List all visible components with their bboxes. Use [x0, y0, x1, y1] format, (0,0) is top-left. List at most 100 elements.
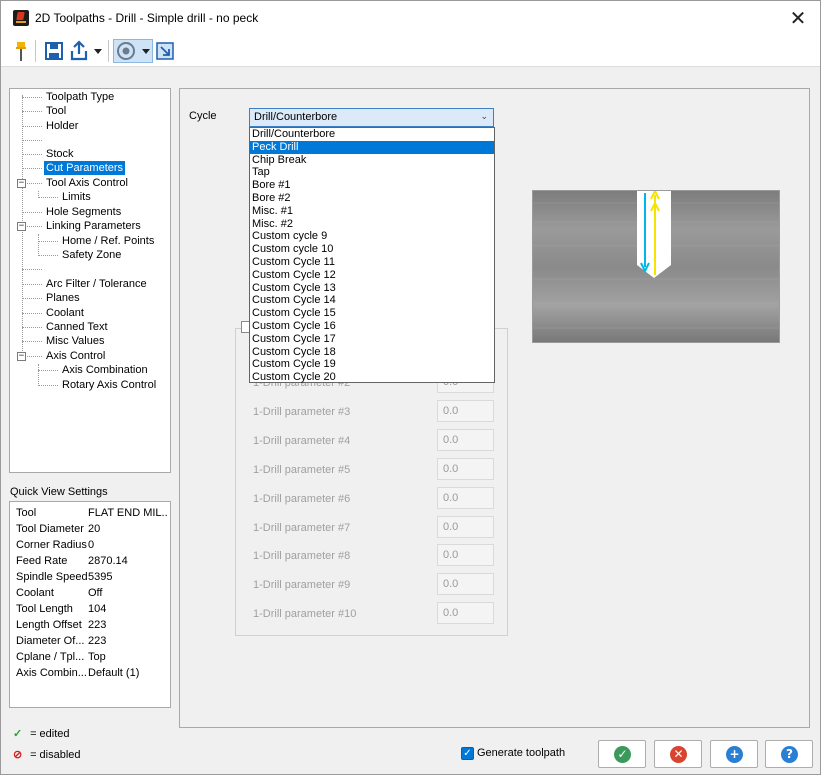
quick-view-row: Spindle Speed 5395: [16, 569, 170, 585]
tree-item[interactable]: Planes: [44, 291, 82, 305]
help-button[interactable]: ?: [765, 740, 813, 768]
tree-item[interactable]: Holder: [44, 119, 80, 133]
cycle-option[interactable]: Custom Cycle 16: [250, 320, 494, 333]
drill-parameter-field[interactable]: 0.0: [437, 544, 494, 567]
drill-parameter-field[interactable]: 0.0: [437, 399, 494, 422]
quick-view-panel: Tool FLAT END MIL... Tool Diameter 20 Corner…: [9, 501, 171, 708]
cycle-select[interactable]: Drill/Counterbore ⌄: [249, 108, 494, 127]
quick-view-row: Diameter Of... 223: [16, 633, 170, 649]
pin-icon[interactable]: [13, 39, 29, 63]
save-icon[interactable]: [44, 39, 64, 63]
parameter-tree: Toolpath Type Tool Holder Stock Cut Paramete…: [9, 88, 171, 473]
quick-view-row: Length Offset 223: [16, 617, 170, 633]
quick-view-row: Corner Radius 0: [16, 537, 170, 553]
settings-dial-button[interactable]: [113, 39, 153, 63]
cycle-option[interactable]: Custom Cycle 18: [250, 346, 494, 359]
quick-view-key: Spindle Speed: [16, 571, 88, 583]
quick-view-value: 0: [88, 539, 95, 551]
cycle-option[interactable]: Misc. #2: [250, 218, 494, 231]
cycle-option[interactable]: Custom Cycle 11: [250, 256, 494, 269]
tree-item[interactable]: Axis Control: [44, 349, 107, 363]
cycle-option[interactable]: Custom Cycle 13: [250, 282, 494, 295]
tree-collapse-toggle[interactable]: −: [17, 352, 26, 361]
help-icon: ?: [781, 746, 798, 763]
legend-edited-label: = edited: [30, 728, 70, 740]
tree-item[interactable]: Canned Text: [44, 320, 110, 334]
quick-view-value: Off: [88, 587, 103, 599]
tree-collapse-toggle[interactable]: −: [17, 222, 26, 231]
resize-icon[interactable]: [155, 39, 175, 63]
cycle-option[interactable]: Custom Cycle 19: [250, 358, 494, 371]
cycle-option[interactable]: Chip Break: [250, 154, 494, 167]
cycle-option[interactable]: Custom cycle 9: [250, 230, 494, 243]
quick-view-row: Axis Combin... Default (1): [16, 665, 170, 681]
drill-parameter-field[interactable]: 0.0: [437, 573, 494, 596]
chevron-down-icon: ⌄: [480, 112, 488, 122]
cycle-selected-value: Drill/Counterbore: [254, 111, 338, 123]
cycle-option[interactable]: Custom Cycle 20: [250, 371, 494, 384]
quick-view-key: Tool: [16, 507, 37, 519]
quick-view-row: Coolant Off: [16, 585, 170, 601]
tree-item[interactable]: Cut Parameters: [44, 161, 126, 175]
cycle-option[interactable]: Bore #2: [250, 192, 494, 205]
cycle-option[interactable]: Custom cycle 10: [250, 243, 494, 256]
quick-view-key: Tool Length: [16, 603, 73, 615]
drill-parameter-field[interactable]: 0.0: [437, 457, 494, 480]
drill-parameter-field[interactable]: 0.0: [437, 486, 494, 509]
cycle-option[interactable]: Misc. #1: [250, 205, 494, 218]
quick-view-key: Tool Diameter: [16, 523, 84, 535]
tree-item[interactable]: Linking Parameters: [44, 219, 143, 233]
tree-item[interactable]: Limits: [60, 190, 93, 204]
tree-item[interactable]: Stock: [44, 147, 76, 161]
generate-toolpath-checkbox[interactable]: ✓: [461, 747, 474, 760]
tree-collapse-toggle[interactable]: −: [17, 179, 26, 188]
cycle-dropdown-list[interactable]: Drill/Counterbore Peck Drill Chip Break Tap…: [249, 127, 495, 383]
drill-parameter-label: 1-Drill parameter #6: [253, 492, 351, 505]
quick-view-key: Cplane / Tpl...: [16, 651, 85, 663]
quick-view-row: Feed Rate 2870.14: [16, 553, 170, 569]
tree-item[interactable]: Tool Axis Control: [44, 176, 130, 190]
quick-view-value: 2870.14: [88, 555, 128, 567]
tree-item[interactable]: Arc Filter / Tolerance: [44, 277, 149, 291]
tree-item[interactable]: Rotary Axis Control: [60, 378, 158, 392]
quick-view-value: Top: [88, 651, 106, 663]
tree-item[interactable]: Toolpath Type: [44, 90, 116, 104]
toolbar: [1, 35, 820, 67]
drill-parameter-field[interactable]: 0.0: [437, 428, 494, 451]
cycle-option[interactable]: Bore #1: [250, 179, 494, 192]
tree-item[interactable]: Coolant: [44, 306, 86, 320]
tree-item[interactable]: Tool: [44, 104, 68, 118]
cycle-option[interactable]: Drill/Counterbore: [250, 128, 494, 141]
ok-button[interactable]: ✓: [598, 740, 646, 768]
apply-button[interactable]: +: [710, 740, 758, 768]
export-icon[interactable]: [69, 39, 89, 63]
tree-item[interactable]: Home / Ref. Points: [60, 234, 156, 248]
tree-item[interactable]: Misc Values: [44, 334, 106, 348]
drill-parameter-field[interactable]: 0.0: [437, 515, 494, 538]
cycle-option[interactable]: Custom Cycle 12: [250, 269, 494, 282]
quick-view-value: 223: [88, 635, 107, 647]
tree-item[interactable]: Hole Segments: [44, 205, 123, 219]
drill-parameter-label: 1-Drill parameter #8: [253, 550, 351, 563]
close-icon[interactable]: ✕: [784, 6, 812, 30]
tree-item[interactable]: [44, 133, 48, 147]
dropdown-arrow-icon[interactable]: [93, 39, 103, 63]
tree-item[interactable]: Safety Zone: [60, 248, 123, 262]
quick-view-title: Quick View Settings: [10, 486, 108, 498]
cycle-option[interactable]: Custom Cycle 15: [250, 307, 494, 320]
tree-item[interactable]: [44, 262, 48, 276]
ok-icon: ✓: [614, 746, 631, 763]
cycle-option[interactable]: Custom Cycle 14: [250, 294, 494, 307]
quick-view-key: Diameter Of...: [16, 635, 85, 647]
quick-view-value: 20: [88, 523, 101, 535]
cycle-option[interactable]: Peck Drill: [250, 140, 494, 154]
quick-view-value: Default (1): [88, 667, 140, 679]
legend-edited: ✓ = edited: [13, 727, 70, 740]
cycle-option[interactable]: Custom Cycle 17: [250, 333, 494, 346]
tree-item[interactable]: Axis Combination: [60, 363, 150, 377]
quick-view-row: Tool FLAT END MIL...: [16, 505, 170, 521]
drill-parameter-label: 1-Drill parameter #10: [253, 608, 357, 621]
cancel-button[interactable]: ✕: [654, 740, 702, 768]
cycle-option[interactable]: Tap: [250, 166, 494, 179]
drill-parameter-field[interactable]: 0.0: [437, 602, 494, 625]
